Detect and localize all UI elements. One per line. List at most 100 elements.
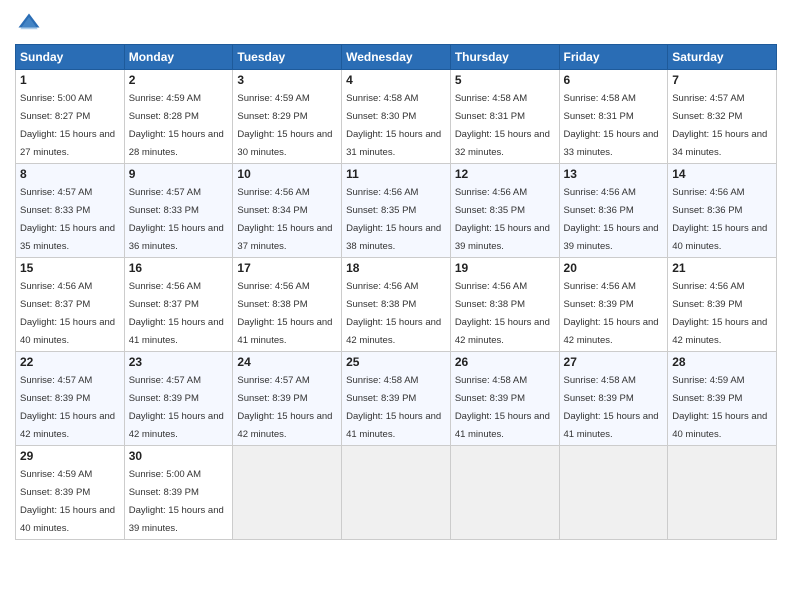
day-number: 19 bbox=[455, 261, 555, 275]
calendar-cell: 23 Sunrise: 4:57 AMSunset: 8:39 PMDaylig… bbox=[124, 352, 233, 446]
day-number: 25 bbox=[346, 355, 446, 369]
calendar-cell: 15 Sunrise: 4:56 AMSunset: 8:37 PMDaylig… bbox=[16, 258, 125, 352]
calendar-cell bbox=[450, 446, 559, 540]
day-info: Sunrise: 4:57 AMSunset: 8:33 PMDaylight:… bbox=[129, 187, 224, 252]
calendar-cell: 14 Sunrise: 4:56 AMSunset: 8:36 PMDaylig… bbox=[668, 164, 777, 258]
day-info: Sunrise: 4:59 AMSunset: 8:39 PMDaylight:… bbox=[20, 469, 115, 534]
calendar-header-monday: Monday bbox=[124, 45, 233, 70]
calendar-header-saturday: Saturday bbox=[668, 45, 777, 70]
day-info: Sunrise: 4:56 AMSunset: 8:36 PMDaylight:… bbox=[672, 187, 767, 252]
day-info: Sunrise: 4:59 AMSunset: 8:39 PMDaylight:… bbox=[672, 375, 767, 440]
calendar-week-row: 22 Sunrise: 4:57 AMSunset: 8:39 PMDaylig… bbox=[16, 352, 777, 446]
day-number: 1 bbox=[20, 73, 120, 87]
day-info: Sunrise: 4:57 AMSunset: 8:39 PMDaylight:… bbox=[237, 375, 332, 440]
calendar-cell: 5 Sunrise: 4:58 AMSunset: 8:31 PMDayligh… bbox=[450, 70, 559, 164]
day-info: Sunrise: 4:56 AMSunset: 8:35 PMDaylight:… bbox=[346, 187, 441, 252]
day-info: Sunrise: 4:56 AMSunset: 8:35 PMDaylight:… bbox=[455, 187, 550, 252]
calendar-cell: 24 Sunrise: 4:57 AMSunset: 8:39 PMDaylig… bbox=[233, 352, 342, 446]
calendar-cell: 21 Sunrise: 4:56 AMSunset: 8:39 PMDaylig… bbox=[668, 258, 777, 352]
calendar-header-thursday: Thursday bbox=[450, 45, 559, 70]
calendar-cell: 13 Sunrise: 4:56 AMSunset: 8:36 PMDaylig… bbox=[559, 164, 668, 258]
day-number: 26 bbox=[455, 355, 555, 369]
calendar-cell: 27 Sunrise: 4:58 AMSunset: 8:39 PMDaylig… bbox=[559, 352, 668, 446]
day-info: Sunrise: 4:58 AMSunset: 8:30 PMDaylight:… bbox=[346, 93, 441, 158]
calendar-header-row: SundayMondayTuesdayWednesdayThursdayFrid… bbox=[16, 45, 777, 70]
calendar-header-friday: Friday bbox=[559, 45, 668, 70]
calendar-week-row: 8 Sunrise: 4:57 AMSunset: 8:33 PMDayligh… bbox=[16, 164, 777, 258]
day-info: Sunrise: 4:56 AMSunset: 8:38 PMDaylight:… bbox=[346, 281, 441, 346]
calendar-cell: 19 Sunrise: 4:56 AMSunset: 8:38 PMDaylig… bbox=[450, 258, 559, 352]
day-info: Sunrise: 4:58 AMSunset: 8:39 PMDaylight:… bbox=[564, 375, 659, 440]
day-number: 18 bbox=[346, 261, 446, 275]
calendar-header-wednesday: Wednesday bbox=[342, 45, 451, 70]
day-number: 7 bbox=[672, 73, 772, 87]
calendar-table: SundayMondayTuesdayWednesdayThursdayFrid… bbox=[15, 44, 777, 540]
day-number: 9 bbox=[129, 167, 229, 181]
calendar-cell: 17 Sunrise: 4:56 AMSunset: 8:38 PMDaylig… bbox=[233, 258, 342, 352]
day-info: Sunrise: 4:57 AMSunset: 8:33 PMDaylight:… bbox=[20, 187, 115, 252]
calendar-cell bbox=[233, 446, 342, 540]
day-number: 16 bbox=[129, 261, 229, 275]
day-number: 2 bbox=[129, 73, 229, 87]
day-info: Sunrise: 4:58 AMSunset: 8:39 PMDaylight:… bbox=[346, 375, 441, 440]
calendar-cell: 9 Sunrise: 4:57 AMSunset: 8:33 PMDayligh… bbox=[124, 164, 233, 258]
day-number: 27 bbox=[564, 355, 664, 369]
day-info: Sunrise: 5:00 AMSunset: 8:27 PMDaylight:… bbox=[20, 93, 115, 158]
day-number: 4 bbox=[346, 73, 446, 87]
calendar-cell: 16 Sunrise: 4:56 AMSunset: 8:37 PMDaylig… bbox=[124, 258, 233, 352]
day-info: Sunrise: 4:57 AMSunset: 8:39 PMDaylight:… bbox=[20, 375, 115, 440]
calendar-cell: 28 Sunrise: 4:59 AMSunset: 8:39 PMDaylig… bbox=[668, 352, 777, 446]
day-info: Sunrise: 4:58 AMSunset: 8:39 PMDaylight:… bbox=[455, 375, 550, 440]
calendar-cell: 10 Sunrise: 4:56 AMSunset: 8:34 PMDaylig… bbox=[233, 164, 342, 258]
logo bbox=[15, 10, 47, 38]
day-number: 8 bbox=[20, 167, 120, 181]
day-info: Sunrise: 4:58 AMSunset: 8:31 PMDaylight:… bbox=[564, 93, 659, 158]
calendar-header-sunday: Sunday bbox=[16, 45, 125, 70]
calendar-cell: 29 Sunrise: 4:59 AMSunset: 8:39 PMDaylig… bbox=[16, 446, 125, 540]
day-number: 11 bbox=[346, 167, 446, 181]
calendar-cell: 2 Sunrise: 4:59 AMSunset: 8:28 PMDayligh… bbox=[124, 70, 233, 164]
day-info: Sunrise: 4:56 AMSunset: 8:36 PMDaylight:… bbox=[564, 187, 659, 252]
day-number: 22 bbox=[20, 355, 120, 369]
page: SundayMondayTuesdayWednesdayThursdayFrid… bbox=[0, 0, 792, 612]
header bbox=[15, 10, 777, 38]
calendar-cell: 1 Sunrise: 5:00 AMSunset: 8:27 PMDayligh… bbox=[16, 70, 125, 164]
day-number: 13 bbox=[564, 167, 664, 181]
calendar-cell: 30 Sunrise: 5:00 AMSunset: 8:39 PMDaylig… bbox=[124, 446, 233, 540]
day-info: Sunrise: 4:56 AMSunset: 8:38 PMDaylight:… bbox=[237, 281, 332, 346]
day-number: 23 bbox=[129, 355, 229, 369]
day-number: 30 bbox=[129, 449, 229, 463]
calendar-cell bbox=[559, 446, 668, 540]
day-number: 21 bbox=[672, 261, 772, 275]
day-number: 17 bbox=[237, 261, 337, 275]
day-number: 3 bbox=[237, 73, 337, 87]
calendar-cell: 12 Sunrise: 4:56 AMSunset: 8:35 PMDaylig… bbox=[450, 164, 559, 258]
calendar-cell: 11 Sunrise: 4:56 AMSunset: 8:35 PMDaylig… bbox=[342, 164, 451, 258]
day-number: 5 bbox=[455, 73, 555, 87]
day-info: Sunrise: 4:59 AMSunset: 8:29 PMDaylight:… bbox=[237, 93, 332, 158]
calendar-cell: 8 Sunrise: 4:57 AMSunset: 8:33 PMDayligh… bbox=[16, 164, 125, 258]
day-info: Sunrise: 4:56 AMSunset: 8:37 PMDaylight:… bbox=[129, 281, 224, 346]
day-number: 15 bbox=[20, 261, 120, 275]
calendar-cell: 25 Sunrise: 4:58 AMSunset: 8:39 PMDaylig… bbox=[342, 352, 451, 446]
day-number: 28 bbox=[672, 355, 772, 369]
day-number: 24 bbox=[237, 355, 337, 369]
calendar-week-row: 15 Sunrise: 4:56 AMSunset: 8:37 PMDaylig… bbox=[16, 258, 777, 352]
calendar-cell: 4 Sunrise: 4:58 AMSunset: 8:30 PMDayligh… bbox=[342, 70, 451, 164]
day-info: Sunrise: 4:56 AMSunset: 8:38 PMDaylight:… bbox=[455, 281, 550, 346]
logo-icon bbox=[15, 10, 43, 38]
day-number: 20 bbox=[564, 261, 664, 275]
day-info: Sunrise: 5:00 AMSunset: 8:39 PMDaylight:… bbox=[129, 469, 224, 534]
calendar-cell: 6 Sunrise: 4:58 AMSunset: 8:31 PMDayligh… bbox=[559, 70, 668, 164]
calendar-cell: 18 Sunrise: 4:56 AMSunset: 8:38 PMDaylig… bbox=[342, 258, 451, 352]
calendar-cell: 7 Sunrise: 4:57 AMSunset: 8:32 PMDayligh… bbox=[668, 70, 777, 164]
calendar-cell bbox=[668, 446, 777, 540]
day-info: Sunrise: 4:56 AMSunset: 8:39 PMDaylight:… bbox=[564, 281, 659, 346]
day-info: Sunrise: 4:56 AMSunset: 8:34 PMDaylight:… bbox=[237, 187, 332, 252]
day-number: 12 bbox=[455, 167, 555, 181]
calendar-cell: 22 Sunrise: 4:57 AMSunset: 8:39 PMDaylig… bbox=[16, 352, 125, 446]
calendar-cell: 20 Sunrise: 4:56 AMSunset: 8:39 PMDaylig… bbox=[559, 258, 668, 352]
day-info: Sunrise: 4:56 AMSunset: 8:37 PMDaylight:… bbox=[20, 281, 115, 346]
day-info: Sunrise: 4:56 AMSunset: 8:39 PMDaylight:… bbox=[672, 281, 767, 346]
calendar-header-tuesday: Tuesday bbox=[233, 45, 342, 70]
